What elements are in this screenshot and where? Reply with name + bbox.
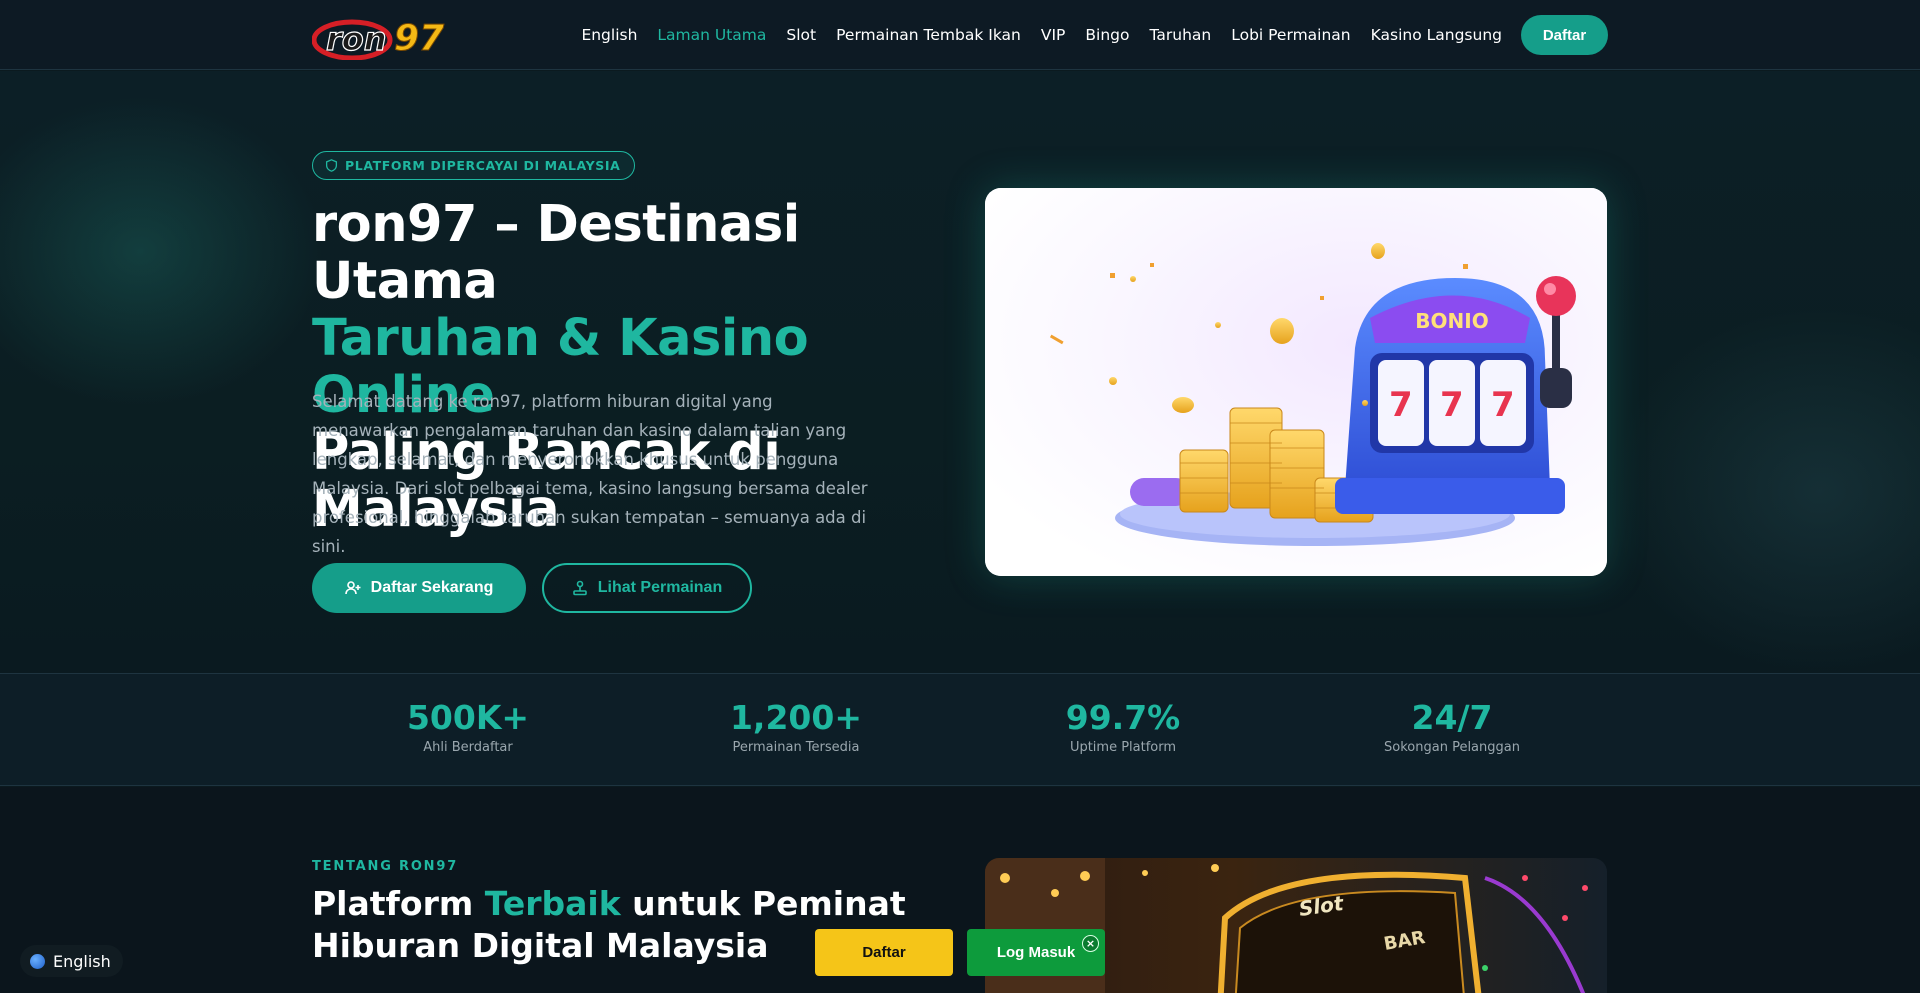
svg-text:97: 97: [394, 18, 444, 59]
nav-tembak-ikan[interactable]: Permainan Tembak Ikan: [836, 26, 1021, 44]
stat-label: Ahli Berdaftar: [423, 740, 513, 755]
shield-icon: [325, 159, 338, 172]
user-plus-icon: [344, 581, 361, 595]
svg-text:7: 7: [1389, 385, 1413, 425]
svg-text:ron: ron: [326, 20, 387, 58]
lihat-permainan-label: Lihat Permainan: [597, 579, 723, 596]
daftar-sekarang-button[interactable]: Daftar Sekarang: [312, 563, 526, 613]
trust-badge-label: PLATFORM DIPERCAYAI DI MALAYSIA: [345, 158, 621, 173]
stat-value: 500K+: [406, 698, 530, 737]
nav-laman-utama[interactable]: Laman Utama: [657, 26, 766, 44]
svg-text:7: 7: [1440, 385, 1464, 425]
hero-slot-machine-image: BONIO 777: [985, 188, 1607, 576]
nav-bingo[interactable]: Bingo: [1085, 26, 1129, 44]
hero-description: Selamat datang ke ron97, platform hibura…: [312, 392, 868, 556]
bonio-sign: BONIO: [1415, 309, 1488, 333]
nav-daftar-button[interactable]: Daftar: [1521, 15, 1608, 55]
stat-label: Uptime Platform: [1069, 740, 1177, 755]
logo-image: ron 97: [311, 18, 445, 61]
hero-section: PLATFORM DIPERCAYAI DI MALAYSIA ron97 – …: [0, 71, 1920, 673]
main-nav: English Laman Utama Slot Permainan Temba…: [581, 0, 1502, 70]
about-title-post: untuk Peminat: [620, 884, 906, 923]
stat-label: Permainan Tersedia: [732, 740, 860, 755]
site-logo[interactable]: ron 97: [311, 10, 472, 61]
stat-support: 24/7 Sokongan Pelanggan: [1332, 698, 1572, 755]
hero-title-line1: ron97 – Destinasi Utama: [312, 195, 800, 311]
about-title-pre: Platform: [312, 884, 485, 923]
stat-games: 1,200+ Permainan Tersedia: [676, 698, 916, 755]
about-title-accent: Terbaik: [484, 884, 621, 923]
nav-slot[interactable]: Slot: [786, 26, 816, 44]
nav-taruhan[interactable]: Taruhan: [1149, 26, 1211, 44]
daftar-sekarang-label: Daftar Sekarang: [370, 579, 494, 596]
stat-label: Sokongan Pelanggan: [1384, 740, 1520, 755]
stat-members: 500K+ Ahli Berdaftar: [348, 698, 588, 755]
about-section: TENTANG RON97 Platform Terbaik untuk Pem…: [0, 787, 1920, 993]
lihat-permainan-button[interactable]: Lihat Permainan: [542, 563, 752, 613]
slot-machine-illustration: BONIO 777: [985, 188, 1607, 576]
svg-text:7: 7: [1491, 385, 1515, 425]
stat-value: 24/7: [1411, 698, 1493, 737]
language-switcher[interactable]: English: [20, 945, 123, 977]
top-navbar: ron 97 English Laman Utama Slot Permaina…: [0, 0, 1920, 70]
nav-english[interactable]: English: [581, 26, 637, 44]
language-label: English: [53, 951, 111, 971]
stat-value: 99.7%: [1065, 698, 1181, 737]
nav-kasino-langsung[interactable]: Kasino Langsung: [1371, 26, 1502, 44]
stats-bar: 500K+ Ahli Berdaftar 1,200+ Permainan Te…: [0, 673, 1920, 786]
about-eyebrow: TENTANG RON97: [312, 859, 459, 874]
sticky-daftar-button[interactable]: Daftar: [815, 929, 953, 976]
trust-badge: PLATFORM DIPERCAYAI DI MALAYSIA: [312, 151, 636, 180]
close-icon[interactable]: ×: [1082, 935, 1099, 952]
globe-icon: [30, 953, 45, 969]
about-title-line2: Hiburan Digital Malaysia: [312, 926, 769, 965]
stat-uptime: 99.7% Uptime Platform: [1003, 698, 1243, 755]
stat-value: 1,200+: [729, 698, 863, 737]
joystick-icon: [572, 580, 587, 596]
nav-lobi-permainan[interactable]: Lobi Permainan: [1231, 26, 1350, 44]
nav-vip[interactable]: VIP: [1041, 26, 1066, 44]
